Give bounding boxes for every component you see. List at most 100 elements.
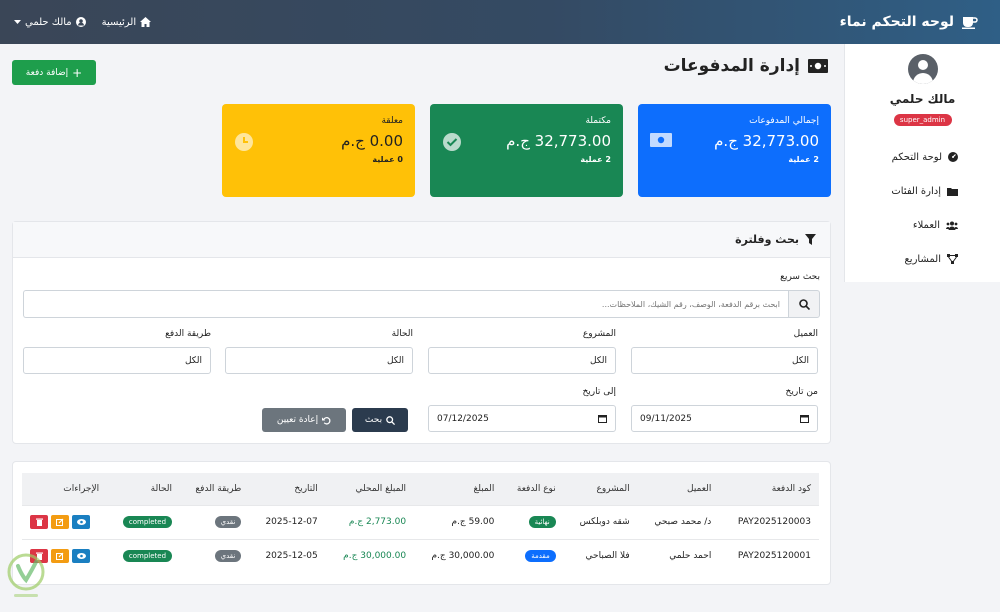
from-date-input[interactable]: 09/11/2025 xyxy=(631,405,818,432)
sidebar-user-name: مالك حلمي xyxy=(889,92,956,106)
sidebar-item-projects[interactable]: المشاريع xyxy=(845,242,958,276)
to-date-label: إلى تاريخ xyxy=(582,387,616,397)
avatar xyxy=(907,54,938,84)
col-header[interactable]: المشروع xyxy=(564,473,638,505)
col-header[interactable]: طريقة الدفع xyxy=(180,473,249,505)
payment-method-select[interactable]: الكل xyxy=(23,347,211,374)
watermark-logo-icon xyxy=(7,553,45,597)
col-header[interactable]: المبلغ المحلي xyxy=(326,473,414,505)
cell-local-amount: 2,773.00 ج.م xyxy=(325,504,415,539)
sidebar-item-clients[interactable]: العملاء xyxy=(845,208,958,242)
stat-card-pending: معلقة 0.00 ج.م 0 عملية xyxy=(222,104,415,197)
home-icon xyxy=(140,17,152,27)
sidebar-item-label: لوحة التحكم xyxy=(891,151,942,163)
search-icon xyxy=(798,298,810,310)
reset-button[interactable]: إعادة تعيين xyxy=(262,408,346,432)
status-badge: completed xyxy=(122,516,173,528)
brand[interactable]: لوحه التحكم نماء xyxy=(840,14,978,30)
clock-icon xyxy=(235,133,253,151)
cell-status: completed xyxy=(107,538,181,573)
sidebar-item-label: العملاء xyxy=(912,219,940,231)
payment-method-badge: نقدي xyxy=(214,516,242,528)
client-select[interactable]: الكل xyxy=(631,347,818,374)
sidebar-item-dashboard[interactable]: لوحة التحكم xyxy=(845,140,958,174)
cell-client: احمد حلمي xyxy=(637,538,720,573)
add-payment-label: إضافة دفعة xyxy=(25,67,69,78)
to-date-value: 07/12/2025 xyxy=(437,413,489,424)
col-header[interactable]: الحالة xyxy=(107,473,180,505)
stat-pending-value: 0.00 ج.م xyxy=(341,132,403,150)
cell-method: نقدي xyxy=(180,538,250,573)
payment-method-badge: نقدي xyxy=(214,550,242,563)
calendar-icon xyxy=(598,415,607,423)
trash-icon xyxy=(35,518,43,526)
cell-code: PAY2025120001 xyxy=(719,538,819,573)
delete-button[interactable] xyxy=(30,515,48,529)
role-badge: super_admin xyxy=(893,114,952,126)
quick-search-input[interactable] xyxy=(23,290,788,318)
edit-button[interactable] xyxy=(51,515,69,529)
table-row: PAY2025120001 احمد حلمي فلا الصباحي مقدم… xyxy=(22,538,819,573)
plus-icon: + xyxy=(72,65,83,80)
stat-completed-sub: 2 عملية xyxy=(580,155,611,164)
edit-icon xyxy=(56,518,64,526)
view-button[interactable] xyxy=(72,515,90,529)
col-header[interactable]: كود الدفعة xyxy=(719,473,819,505)
cell-amount: 30,000.00 ج.م xyxy=(414,538,503,573)
brand-title: لوحه التحكم نماء xyxy=(839,14,954,30)
view-button[interactable] xyxy=(72,549,90,564)
edit-icon xyxy=(56,552,64,561)
status-badge: completed xyxy=(122,550,173,563)
nav-home-link[interactable]: الرئيسية xyxy=(102,17,152,28)
stat-pending-label: معلقة xyxy=(381,116,403,126)
col-header[interactable]: نوع الدفعة xyxy=(502,473,563,505)
undo-icon xyxy=(322,416,331,425)
stat-completed-value: 32,773.00 ج.م xyxy=(506,132,611,150)
cell-amount: 59.00 ج.م xyxy=(414,504,503,539)
top-navbar: لوحه التحكم نماء الرئيسية مالك حلمي xyxy=(0,0,1000,44)
filter-title: بحث وفلترة xyxy=(735,233,799,246)
stat-card-total: إجمالي المدفوعات 32,773.00 ج.م 2 عملية xyxy=(638,104,831,197)
col-header[interactable]: المبلغ xyxy=(414,473,502,505)
col-header[interactable]: التاريخ xyxy=(249,473,325,505)
check-circle-icon xyxy=(443,133,461,151)
stat-total-sub: 2 عملية xyxy=(788,155,819,164)
search-icon xyxy=(386,415,396,425)
to-date-input[interactable]: 07/12/2025 xyxy=(428,405,616,432)
dashboard-icon xyxy=(948,152,958,162)
add-payment-button[interactable]: + إضافة دفعة xyxy=(12,60,96,85)
cell-type: نهائية xyxy=(502,504,564,539)
from-date-value: 09/11/2025 xyxy=(640,413,692,424)
col-header[interactable]: العميل xyxy=(638,473,720,505)
project-label: المشروع xyxy=(582,329,616,339)
cell-actions xyxy=(22,504,108,539)
cell-project: فلا الصباحي xyxy=(563,538,638,573)
caret-down-icon xyxy=(14,19,21,24)
users-icon xyxy=(946,221,958,230)
stat-total-value: 32,773.00 ج.م xyxy=(714,132,819,150)
page-title: إدارة المدفوعات xyxy=(664,56,828,76)
money-bill-wave-icon xyxy=(650,133,672,147)
edit-button[interactable] xyxy=(51,549,69,564)
status-label: الحالة xyxy=(391,329,413,339)
status-select[interactable]: الكل xyxy=(225,347,413,374)
search-button[interactable]: بحث xyxy=(352,408,408,432)
stat-total-label: إجمالي المدفوعات xyxy=(749,116,819,126)
payments-table: كود الدفعة العميل المشروع نوع الدفعة الم… xyxy=(22,473,819,573)
cell-code: PAY2025120003 xyxy=(719,504,819,539)
quick-search-button[interactable] xyxy=(788,290,820,318)
client-label: العميل xyxy=(793,329,818,339)
sidebar-item-categories[interactable]: إدارة الفئات xyxy=(845,174,958,208)
eye-icon xyxy=(76,519,86,525)
project-select[interactable]: الكل xyxy=(428,347,616,374)
sidebar-item-label: المشاريع xyxy=(904,253,941,265)
table-row: PAY2025120003 د/ محمد صبحي شقه دوبلكس نه… xyxy=(22,504,819,539)
payment-type-badge: نهائية xyxy=(528,516,556,528)
payments-table-panel: كود الدفعة العميل المشروع نوع الدفعة الم… xyxy=(12,461,831,585)
nav-user-label: مالك حلمي xyxy=(25,16,72,28)
money-bill-icon xyxy=(808,59,828,73)
payment-type-badge: مقدمة xyxy=(525,550,556,563)
col-header: الإجراءات xyxy=(63,483,100,494)
nav-user-menu[interactable]: مالك حلمي xyxy=(14,17,86,28)
search-button-label: بحث xyxy=(364,415,383,425)
